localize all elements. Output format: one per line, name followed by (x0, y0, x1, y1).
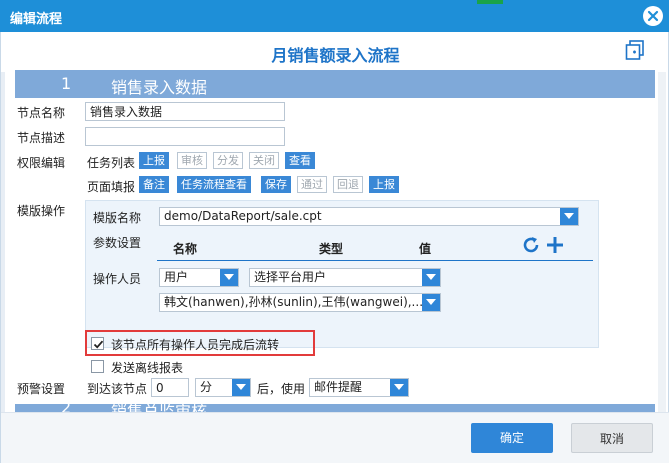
chevron-down-icon (564, 213, 574, 219)
node-desc-input[interactable] (85, 127, 285, 146)
dialog-footer: 确定 取消 (1, 412, 669, 463)
warning-suffix: 后，使用 (257, 382, 306, 396)
page-submit-button[interactable]: 上报 (369, 176, 399, 193)
warning-prefix: 到达该节点 (87, 382, 148, 396)
warning-unit-select[interactable]: 分 (195, 378, 251, 397)
operator-users-select[interactable]: 韩文(hanwen),孙林(sunlin),王伟(wangwei),... (159, 293, 441, 312)
param-col-type: 类型 (319, 242, 344, 256)
all-complete-checkbox[interactable] (91, 337, 104, 350)
send-offline-checkbox[interactable] (91, 360, 104, 373)
warning-value-input[interactable]: 0 (151, 378, 189, 397)
section-bar-1: 1 销售录入数据 (15, 70, 655, 98)
chevron-down-icon (426, 274, 436, 280)
param-col-name: 名称 (173, 242, 198, 256)
params-label: 参数设置 (93, 236, 142, 250)
page-flow-view-button[interactable]: 任务流程查看 (177, 176, 251, 193)
task-view-button[interactable]: 查看 (285, 152, 315, 169)
operator-platform-value: 选择平台用户 (254, 270, 327, 284)
node-name-input[interactable]: 销售录入数据 (85, 102, 285, 121)
dropdown-arrow[interactable] (560, 208, 578, 225)
cancel-button[interactable]: 取消 (571, 423, 653, 453)
dropdown-arrow[interactable] (220, 269, 238, 286)
permission-label: 权限编辑 (17, 156, 66, 170)
copy-button[interactable] (625, 40, 645, 63)
section-bar-2: 2 销售总监审核 (15, 404, 655, 412)
task-review-button[interactable]: 审核 (177, 152, 207, 169)
window-titlebar: 编辑流程 (0, 0, 669, 32)
operator-label: 操作人员 (93, 272, 142, 286)
page-approve-button[interactable]: 通过 (297, 176, 327, 193)
warning-unit-value: 分 (200, 380, 213, 394)
left-edge (1, 72, 5, 412)
param-header-divider (157, 260, 593, 261)
node-desc-label: 节点描述 (17, 131, 66, 145)
dropdown-arrow[interactable] (232, 379, 250, 396)
template-name-select[interactable]: demo/DataReport/sale.cpt (159, 207, 579, 226)
param-col-value: 值 (419, 242, 432, 256)
dropdown-arrow[interactable] (390, 379, 408, 396)
page-fill-label: 页面填报 (87, 180, 136, 194)
warning-method-select[interactable]: 邮件提醒 (309, 378, 409, 397)
template-name-value: demo/DataReport/sale.cpt (164, 209, 322, 223)
edit-flow-dialog: 月销售额录入流程 1 销售录入数据 节点名称 销售录入数据 节点描述 权限编辑 … (0, 32, 669, 463)
vertical-scrollbar[interactable] (658, 72, 666, 412)
dropdown-arrow[interactable] (422, 269, 440, 286)
node-name-label: 节点名称 (17, 106, 66, 120)
all-complete-label: 该节点所有操作人员完成后流转 (111, 338, 280, 352)
close-icon (647, 10, 659, 22)
copy-icon (625, 40, 644, 60)
chevron-down-icon (394, 384, 404, 390)
task-close-button[interactable]: 关闭 (249, 152, 279, 169)
operator-platform-select[interactable]: 选择平台用户 (249, 268, 441, 287)
section-number: 1 (61, 74, 72, 93)
chevron-down-icon (426, 299, 436, 305)
template-name-label: 模版名称 (93, 211, 142, 225)
template-label: 模版操作 (17, 204, 66, 218)
section-label: 销售录入数据 (111, 78, 208, 97)
chevron-down-icon (236, 384, 246, 390)
check-icon (93, 340, 104, 349)
ok-button[interactable]: 确定 (471, 423, 553, 453)
section-label: 销售总监审核 (111, 404, 207, 412)
warning-method-value: 邮件提醒 (314, 380, 363, 394)
operator-type-select[interactable]: 用户 (159, 268, 239, 287)
page-save-button[interactable]: 保存 (261, 176, 291, 193)
refresh-icon[interactable] (521, 235, 541, 255)
chevron-down-icon (224, 274, 234, 280)
add-param-icon[interactable] (545, 235, 565, 255)
operator-users-value: 韩文(hanwen),孙林(sunlin),王伟(wangwei),... (164, 295, 424, 309)
page-return-button[interactable]: 回退 (333, 176, 363, 193)
close-button[interactable] (643, 6, 663, 26)
window-title: 编辑流程 (10, 12, 63, 27)
warning-label: 预警设置 (17, 382, 66, 396)
titlebar-accent (477, 0, 503, 4)
section-number: 2 (61, 404, 71, 412)
send-offline-label: 发送离线报表 (111, 361, 184, 375)
flow-title: 月销售额录入流程 (271, 46, 400, 65)
operator-type-value: 用户 (164, 270, 189, 284)
page-note-button[interactable]: 备注 (139, 176, 169, 193)
task-report-button[interactable]: 上报 (139, 152, 169, 169)
task-distribute-button[interactable]: 分发 (213, 152, 243, 169)
task-list-label: 任务列表 (87, 156, 136, 170)
dropdown-arrow[interactable] (422, 294, 440, 311)
